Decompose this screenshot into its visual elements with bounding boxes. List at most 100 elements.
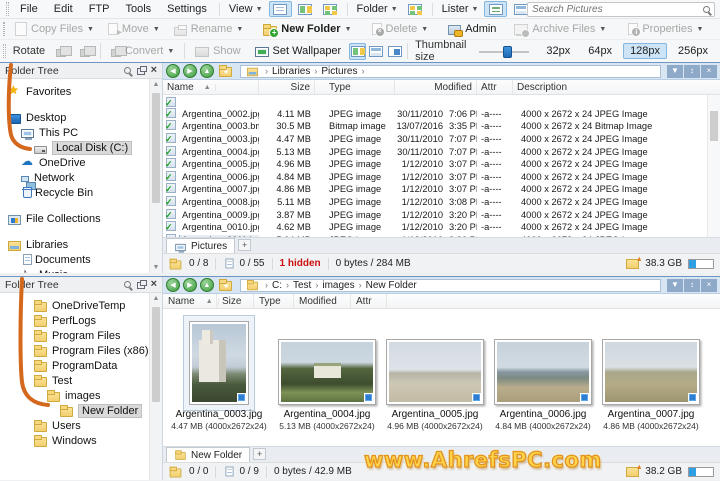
rename-button[interactable]: Rename ▼ <box>167 20 251 38</box>
file-row[interactable]: Argentina_0008.jpg 5.11 MB JPEG image 1/12/… <box>163 196 707 209</box>
thumbnail-item[interactable]: Argentina_0007.jpg 4.86 MB (4000x2672x24) <box>597 309 705 447</box>
file-row[interactable]: Argentina_0002.jpg 4.11 MB JPEG image 30/11… <box>163 107 707 121</box>
add-tab-button[interactable]: + <box>238 239 252 251</box>
breadcrumb-item-pictures[interactable]: Pictures <box>321 66 357 77</box>
file-row[interactable]: Argentina_0007.jpg 4.86 MB JPEG image 1/12/… <box>163 183 707 196</box>
tree-item-images[interactable]: images <box>0 388 149 403</box>
layout-toggle-2-button[interactable] <box>368 43 385 60</box>
view-dropdown[interactable]: View ▼ <box>224 3 268 15</box>
thumb-size-64px[interactable]: 64px <box>581 43 619 59</box>
back-button[interactable]: ◀ <box>166 64 180 78</box>
forward-button[interactable]: ▶ <box>183 64 197 78</box>
view-mode-details-button[interactable] <box>268 1 292 17</box>
new-folder-button[interactable]: New Folder ▼ <box>256 20 358 38</box>
delete-button[interactable]: Delete ▼ <box>365 20 436 38</box>
tree-item-windows[interactable]: Windows <box>0 433 149 448</box>
tree-item-favorites[interactable]: Favorites <box>0 83 149 99</box>
scrollbar-thumb[interactable] <box>152 307 160 402</box>
slideshow-button[interactable]: Slideshow ▼ <box>716 20 720 38</box>
tab-pictures[interactable]: Pictures <box>166 238 236 253</box>
thumbnail-item[interactable]: Argentina_0006.jpg 4.84 MB (4000x2672x24) <box>489 309 597 447</box>
folder-dropdown[interactable]: Folder ▼ <box>352 3 403 15</box>
tree-item-users[interactable]: Users <box>0 418 149 433</box>
close-panel-icon[interactable]: × <box>151 279 157 290</box>
column-header-size[interactable]: Size <box>217 294 254 308</box>
swap-panes-icon[interactable]: ↕ <box>684 278 700 292</box>
set-wallpaper-button[interactable]: Set Wallpaper <box>248 42 349 60</box>
layout-toggle-1-button[interactable] <box>349 42 366 60</box>
thumbnail-size-slider[interactable] <box>478 45 530 58</box>
rotate-right-button[interactable] <box>73 44 97 58</box>
tree-item-program-files[interactable]: Program Files <box>0 328 149 343</box>
file-row[interactable]: Argentina_0004.jpg 5.13 MB JPEG image 30/11… <box>163 145 707 158</box>
file-row[interactable]: Argentina_0003.jpg 4.47 MB JPEG image 30/11… <box>163 133 707 146</box>
search-tree-icon[interactable] <box>123 281 131 288</box>
menu-tools[interactable]: Tools <box>117 3 159 15</box>
up-button[interactable]: ▲ <box>200 64 214 78</box>
up-button[interactable]: ▲ <box>200 278 214 292</box>
rotate-left-button[interactable] <box>49 44 73 58</box>
slider-handle[interactable] <box>502 45 512 58</box>
tree-item-onedrivetemp[interactable]: OneDriveTemp <box>0 298 149 313</box>
tree-item-program-files-x86[interactable]: Program Files (x86) <box>0 343 149 358</box>
properties-button[interactable]: Properties ▼ <box>619 20 710 38</box>
layout-toggle-3-button[interactable] <box>387 43 404 60</box>
thumbnail-item[interactable]: Argentina_0005.jpg 4.96 MB (4000x2672x24) <box>381 309 489 447</box>
thumb-size-128px[interactable]: 128px <box>623 43 668 59</box>
convert-button[interactable]: Convert ▼ <box>104 42 181 60</box>
tree-item-documents[interactable]: Documents <box>0 252 149 267</box>
search-icon[interactable] <box>703 6 710 13</box>
column-header-description[interactable]: Description <box>513 80 720 94</box>
scroll-up-icon[interactable]: ▲ <box>150 79 162 90</box>
file-row[interactable]: Argentina_0009.jpg 3.87 MB JPEG image 1/12/… <box>163 208 707 221</box>
copy-files-button[interactable]: Copy Files ▼ <box>8 20 101 38</box>
search-box[interactable] <box>527 2 715 17</box>
bottom-breadcrumb[interactable]: › C: › Test › images › New Folder <box>240 278 661 292</box>
thumb-size-32px[interactable]: 32px <box>539 43 577 59</box>
favorites-folder-icon[interactable] <box>219 65 232 77</box>
tree-item-libraries[interactable]: Libraries <box>0 237 149 252</box>
tree-item-music[interactable]: Music <box>0 267 149 273</box>
scroll-up-icon[interactable]: ▲ <box>150 293 162 304</box>
column-header-name[interactable]: Name ▲ <box>163 294 219 308</box>
undock-panel-icon[interactable] <box>136 66 147 75</box>
close-pane-icon[interactable]: × <box>701 64 717 78</box>
scroll-down-icon[interactable]: ▼ <box>150 262 162 273</box>
tree-item-onedrive[interactable]: OneDrive <box>0 154 149 170</box>
file-row[interactable]: Argentina_0005.jpg 4.96 MB JPEG image 1/12/… <box>163 158 707 171</box>
swap-panes-icon[interactable]: ↕ <box>684 64 700 78</box>
collapse-pane-icon[interactable]: ▼ <box>667 278 683 292</box>
thumb-size-256px[interactable]: 256px <box>671 43 715 59</box>
tree-item-perflogs[interactable]: PerfLogs <box>0 313 149 328</box>
admin-button[interactable]: Admin <box>441 20 503 38</box>
column-header-attr[interactable]: Attr <box>477 80 513 94</box>
column-header-type[interactable]: Type <box>315 80 395 94</box>
breadcrumb-item-new-folder[interactable]: New Folder <box>366 280 417 291</box>
search-tree-icon[interactable] <box>123 67 131 74</box>
tree-item-this-pc[interactable]: This PC <box>0 125 149 140</box>
tree-item-test[interactable]: Test <box>0 373 149 388</box>
column-header-modified[interactable]: Modified <box>294 294 351 308</box>
breadcrumb-item-libraries[interactable]: Libraries <box>272 66 310 77</box>
show-button[interactable]: Show <box>188 42 248 60</box>
file-row[interactable]: Argentina_0003.bmp 30.5 MB Bitmap image 13/… <box>163 120 707 133</box>
breadcrumb-item-test[interactable]: Test <box>293 280 311 291</box>
search-input[interactable] <box>532 4 703 15</box>
close-panel-icon[interactable]: × <box>151 65 157 76</box>
tree-item-desktop[interactable]: Desktop <box>0 110 149 125</box>
tree-scrollbar[interactable]: ▲ <box>149 293 162 480</box>
menu-settings[interactable]: Settings <box>159 3 215 15</box>
back-button[interactable]: ◀ <box>166 278 180 292</box>
menu-file[interactable]: File <box>12 3 46 15</box>
file-row[interactable]: Argentina_0010.jpg 4.62 MB JPEG image 1/12/… <box>163 221 707 234</box>
view-mode-thumbs-button[interactable] <box>319 1 342 17</box>
column-header-modified[interactable]: Modified <box>395 80 477 94</box>
breadcrumb-item-images[interactable]: images <box>322 280 354 291</box>
add-tab-button[interactable]: + <box>253 448 267 460</box>
breadcrumb-item-c[interactable]: C: <box>272 280 282 291</box>
file-list-scrollbar[interactable] <box>707 95 720 237</box>
collapse-pane-icon[interactable]: ▼ <box>667 64 683 78</box>
thumbnail-item[interactable]: Argentina_0003.jpg 4.47 MB (4000x2672x24) <box>165 309 273 447</box>
lister-horizontal-button[interactable] <box>484 1 508 17</box>
move-button[interactable]: Move ▼ <box>101 20 167 38</box>
